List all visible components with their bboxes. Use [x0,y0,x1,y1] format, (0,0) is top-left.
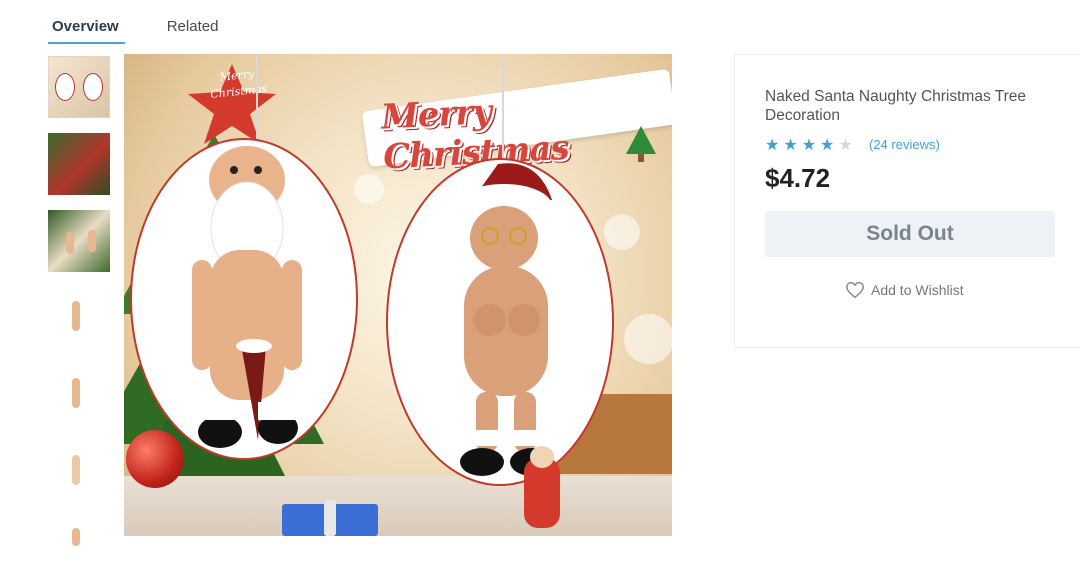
wishlist-label: Add to Wishlist [871,282,964,298]
thumb-figure [88,230,96,252]
star-icon: ★ [801,137,817,154]
tab-overview[interactable]: Overview [48,14,125,44]
thumbnail-4[interactable] [48,287,110,349]
thumb-figure [72,301,80,331]
reviews-link[interactable]: (24 reviews) [869,137,940,152]
bokeh-light [604,214,640,250]
thumbnail-2[interactable] [48,133,110,195]
thumbnail-7[interactable] [48,518,110,546]
hanging-string [502,54,504,160]
thumb-figure [72,455,80,485]
star-icon: ★ [783,137,798,154]
star-ornament-text: Merry Christmas [209,67,268,101]
thumb-figure [72,528,80,546]
thumbnail-3[interactable] [48,210,110,272]
star-icon: ★ [765,137,780,154]
tab-related[interactable]: Related [163,14,223,42]
product-price: $4.72 [765,163,831,193]
tab-bar: Overview Related [48,14,222,44]
thumb-oval-left [55,73,75,101]
heart-outline-icon [846,281,864,299]
product-title: Naked Santa Naughty Christmas Tree Decor… [765,88,1027,124]
bokeh-light [354,174,384,204]
product-info-panel: Naked Santa Naughty Christmas Tree Decor… [734,54,1080,348]
hanging-string [256,54,258,140]
small-tree-icon [626,126,656,162]
gift-ribbon [324,500,336,536]
add-to-wishlist-link[interactable]: Add to Wishlist [845,281,964,299]
thumb-figure [72,378,80,408]
thumbnail-strip [48,56,110,561]
floor [124,476,672,536]
main-product-image[interactable]: Merry Christmas Merry Christmas [124,54,672,536]
santa-toy-head [530,446,554,468]
thumbnail-1[interactable] [48,56,110,118]
red-bauble [126,430,184,488]
thumb-figure [66,232,74,254]
santa-figure-illustration [192,146,302,448]
left-ornament-frame [130,138,358,460]
thumbnail-5[interactable] [48,364,110,426]
thumbnail-6[interactable] [48,441,110,503]
right-ornament-frame [386,158,614,486]
thumb-oval-right [83,73,103,101]
mrs-claus-figure-illustration [456,163,554,476]
santa-toy [524,458,560,528]
star-empty-icon: ★ [838,137,853,154]
star-icon: ★ [820,137,835,154]
sold-out-button[interactable]: Sold Out [765,211,1055,257]
rating-stars: ★ ★ ★ ★ ★ [765,135,853,155]
bokeh-light [624,314,672,364]
